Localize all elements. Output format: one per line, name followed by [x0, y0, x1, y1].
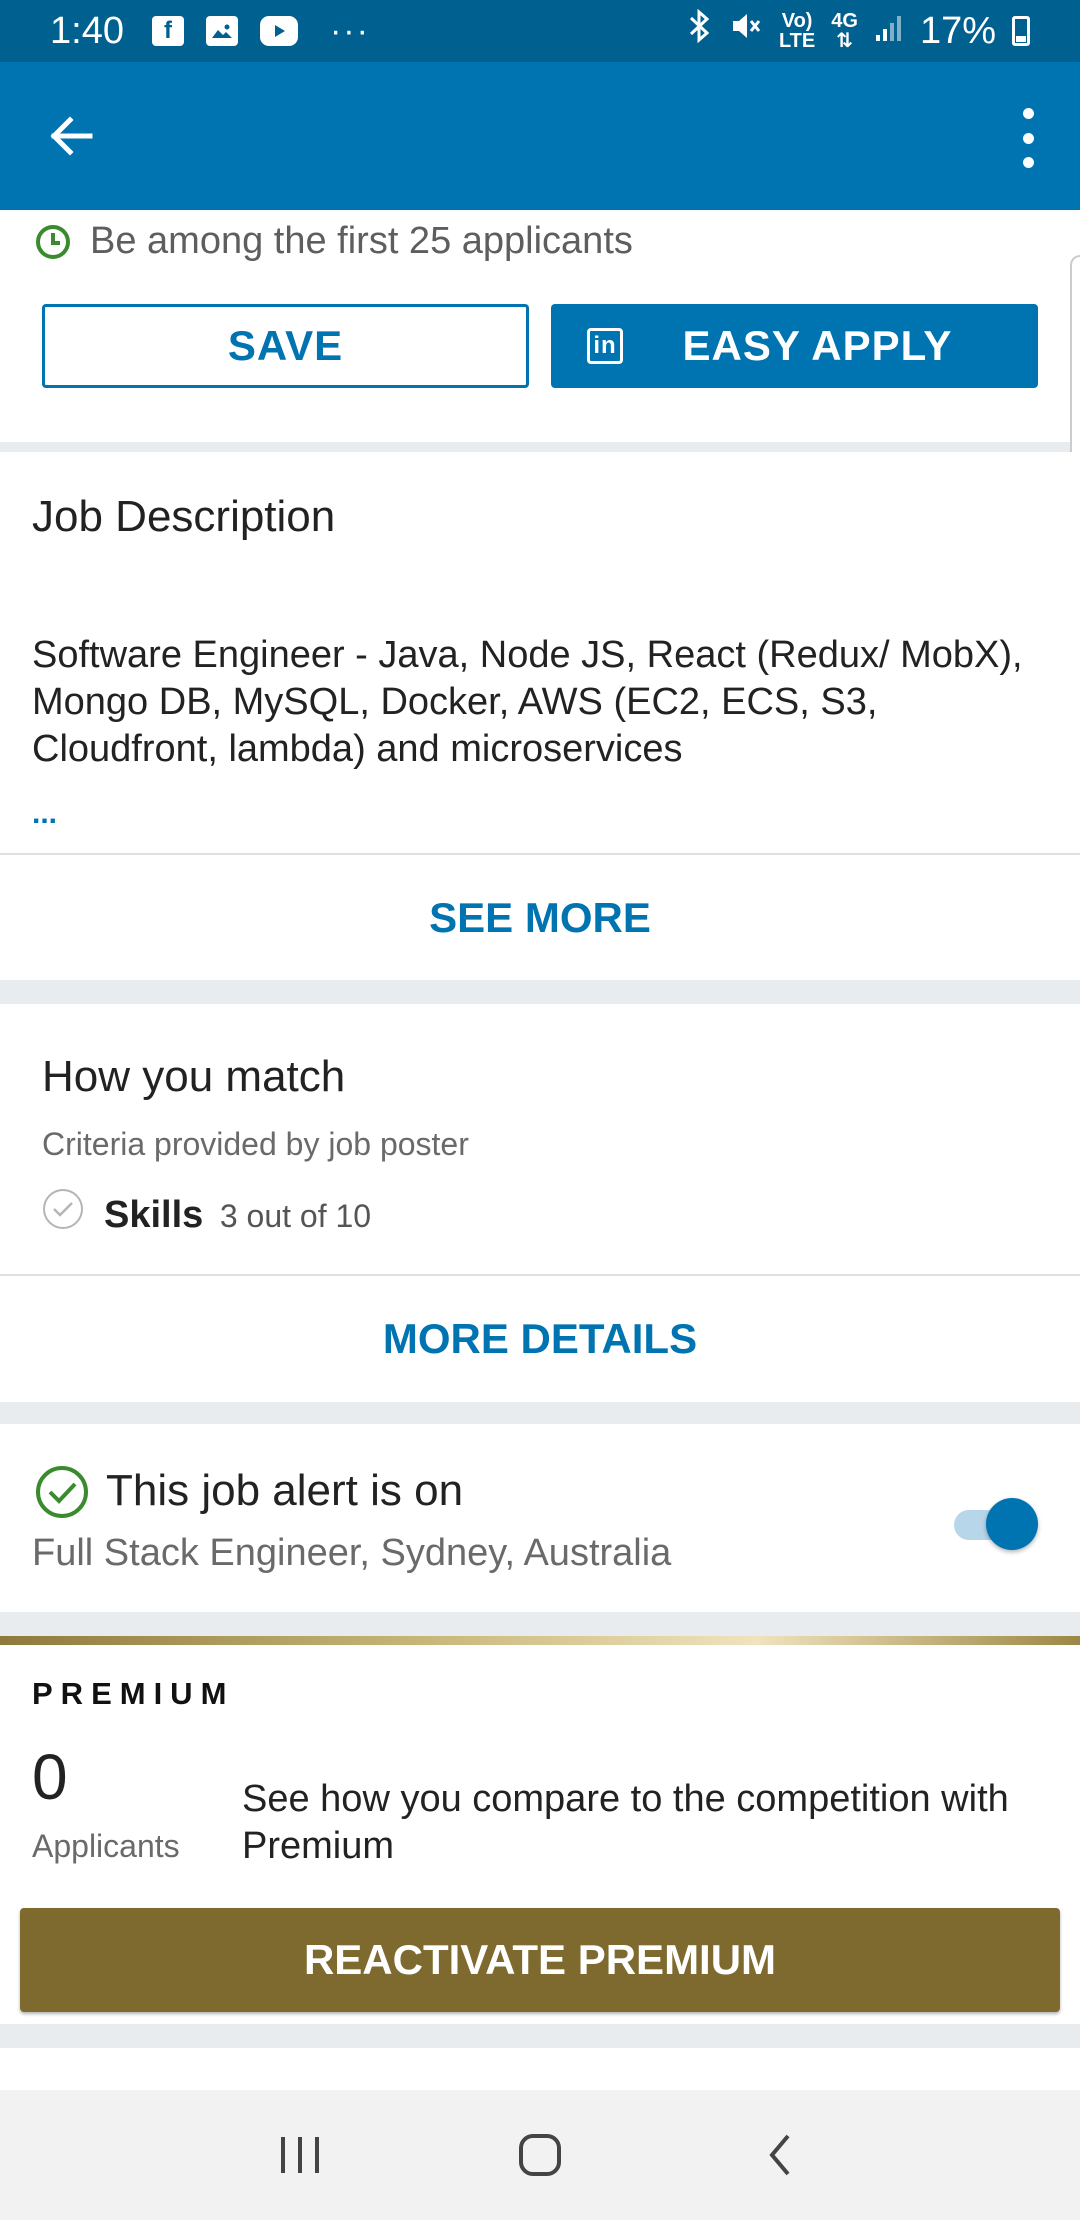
- applicant-count-label: Applicants: [32, 1828, 180, 1864]
- home-icon: [519, 2134, 561, 2176]
- applicants-hint: Be among the first 25 applicants: [34, 220, 633, 263]
- apply-card: Be among the first 25 applicants SAVE in…: [0, 210, 1080, 442]
- applicant-count: 0: [32, 1741, 68, 1813]
- home-button[interactable]: [500, 2115, 580, 2195]
- how-you-match-title: How you match: [42, 1052, 346, 1101]
- applicants-text: Be among the first 25 applicants: [90, 220, 633, 262]
- premium-accent-bar: [0, 1636, 1080, 1645]
- job-alert-toggle[interactable]: [954, 1494, 1038, 1554]
- system-nav-bar: [0, 2090, 1080, 2220]
- clock-icon: [36, 224, 70, 259]
- save-button[interactable]: SAVE: [42, 304, 529, 388]
- more-notifications-icon: ···: [329, 11, 370, 50]
- more-details-button[interactable]: MORE DETAILS: [0, 1276, 1080, 1402]
- premium-label: PREMIUM: [32, 1676, 235, 1711]
- premium-compare-text: See how you compare to the competition w…: [242, 1778, 1009, 1867]
- recents-button[interactable]: [260, 2115, 340, 2195]
- how-you-match-card: How you match Criteria provided by job p…: [0, 1004, 1080, 1402]
- check-circle-icon: [36, 1466, 88, 1518]
- overflow-menu-button[interactable]: [1000, 102, 1056, 174]
- menu-dot: [1022, 132, 1034, 144]
- bluetooth-icon: [687, 8, 713, 53]
- back-button[interactable]: [40, 104, 104, 168]
- easy-apply-button[interactable]: in EASY APPLY: [551, 304, 1038, 388]
- lte-label: LTE: [778, 30, 816, 52]
- skills-label: Skills: [104, 1194, 204, 1236]
- job-alert-title: This job alert is on: [106, 1466, 464, 1515]
- job-description-title: Job Description: [32, 492, 336, 541]
- linkedin-icon: in: [587, 328, 623, 364]
- vertical-ellipsis-icon: [1022, 108, 1034, 119]
- system-back-button[interactable]: [740, 2115, 820, 2195]
- network-type-label: 4G: [831, 10, 858, 32]
- job-description-card: Job Description Software Engineer - Java…: [0, 452, 1080, 980]
- job-alert-card: This job alert is on Full Stack Engineer…: [0, 1424, 1080, 1612]
- arrow-left-icon: [50, 116, 93, 156]
- skills-row: Skills 3 out of 10: [104, 1194, 371, 1237]
- battery-percent: 17%: [919, 9, 996, 52]
- premium-card: PREMIUM 0 Applicants See how you compare…: [0, 1636, 1080, 2024]
- back-icon: [769, 2134, 790, 2176]
- volte-label: Vo): [781, 10, 813, 32]
- gallery-icon: [205, 16, 238, 46]
- status-time: 1:40: [50, 9, 124, 52]
- criteria-subtitle: Criteria provided by job poster: [42, 1126, 469, 1162]
- job-description-text: Software Engineer - Java, Node JS, React…: [32, 634, 1023, 770]
- network-type-indicator: 4G ⇅: [831, 10, 858, 52]
- see-more-button[interactable]: SEE MORE: [0, 855, 1080, 980]
- description-ellipsis: ...: [32, 797, 58, 830]
- battery-icon: [1012, 16, 1030, 46]
- job-alert-subtitle: Full Stack Engineer, Sydney, Australia: [32, 1532, 672, 1574]
- next-card-peek: [0, 2048, 1080, 2090]
- volte-indicator: Vo) LTE: [779, 11, 815, 51]
- recents-icon: [281, 2137, 319, 2173]
- mute-icon: [729, 9, 763, 53]
- app-bar: [0, 62, 1080, 210]
- youtube-icon: [259, 16, 298, 46]
- reactivate-premium-button[interactable]: REACTIVATE PREMIUM: [20, 1908, 1060, 2012]
- facebook-icon: f: [151, 16, 184, 46]
- easy-apply-label: EASY APPLY: [682, 322, 953, 369]
- status-bar: 1:40 f ··· Vo) LTE 4G ⇅ 17%: [0, 0, 1080, 62]
- check-circle-outline-icon: [43, 1189, 83, 1229]
- menu-dot: [1022, 157, 1034, 168]
- signal-icon: [874, 10, 904, 53]
- toggle-knob: [986, 1498, 1038, 1550]
- skills-value: 3 out of 10: [219, 1198, 372, 1234]
